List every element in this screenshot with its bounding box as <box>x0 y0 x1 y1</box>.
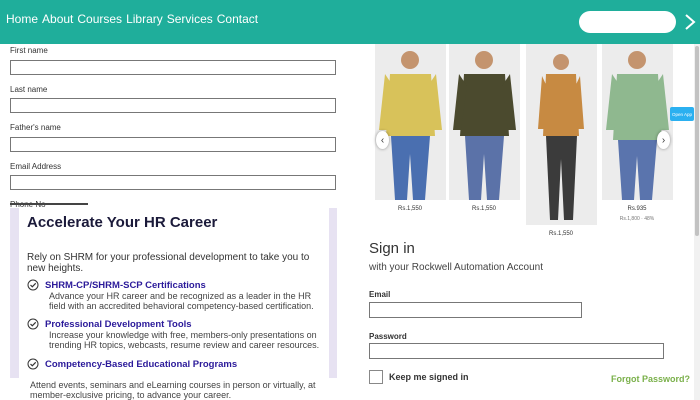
nav-link-services[interactable]: Services <box>167 12 213 26</box>
last-name-label: Last name <box>10 84 48 94</box>
nav-link-library[interactable]: Library <box>126 12 163 26</box>
email-input[interactable] <box>369 301 582 318</box>
fathers-name-input[interactable] <box>10 136 336 152</box>
product-image[interactable] <box>449 44 520 200</box>
chevron-right-icon: › <box>661 134 666 146</box>
product-price: Rs.1,550 <box>548 231 573 237</box>
signin-title: Sign in <box>369 240 415 257</box>
product-image[interactable] <box>375 44 446 200</box>
signin-subtitle: with your Rockwell Automation Account <box>369 262 543 273</box>
hr-item-heading[interactable]: Competency-Based Educational Programs <box>45 359 237 370</box>
shirt-shape <box>386 74 435 136</box>
keep-signed-in-checkbox[interactable] <box>369 370 383 384</box>
nav-link-about[interactable]: About <box>42 12 73 26</box>
product-price: Rs.935 <box>627 206 647 212</box>
signin-panel: Sign in with your Rockwell Automation Ac… <box>369 240 669 361</box>
first-name-label: First name <box>10 46 48 55</box>
nav-link-courses[interactable]: Courses <box>77 12 122 26</box>
hr-item-development-tools: Professional Development Tools Increase … <box>27 318 327 350</box>
form-divider <box>10 203 88 205</box>
first-name-input[interactable] <box>10 59 336 75</box>
hr-item-description: Advance your HR career and be recognized… <box>49 291 314 311</box>
hr-item-description: Increase your knowledge with free, membe… <box>49 330 320 350</box>
fathers-name-label: Father's name <box>10 123 61 132</box>
hr-item-heading[interactable]: SHRM-CP/SHRM-SCP Certifications <box>45 280 206 291</box>
nav-link-contact[interactable]: Contact <box>217 12 258 26</box>
check-circle-icon <box>27 279 39 291</box>
carousel-prev-button[interactable]: ‹ <box>376 131 389 149</box>
product-price: Rs.1,550 <box>397 206 422 212</box>
forgot-password-link[interactable]: Forgot Password? <box>611 374 690 384</box>
hr-item-description-overflow: Attend events, seminars and eLearning co… <box>30 380 316 400</box>
hr-card-subtitle: Rely on SHRM for your professional devel… <box>27 252 310 274</box>
top-navbar: Home About Courses Library Services Cont… <box>0 0 700 44</box>
nav-search-input[interactable] <box>579 11 676 33</box>
carousel-next-button[interactable]: › <box>657 131 670 149</box>
hr-card-title: Accelerate Your HR Career <box>27 214 218 231</box>
hr-item-heading[interactable]: Professional Development Tools <box>45 319 192 330</box>
email-address-label: Email Address <box>10 161 62 171</box>
hr-promo-card: Accelerate Your HR Career Rely on SHRM f… <box>19 208 329 378</box>
email-address-input[interactable] <box>10 175 336 190</box>
keep-signed-in[interactable]: Keep me signed in <box>369 370 469 384</box>
open-app-tab[interactable]: Open App <box>670 107 694 121</box>
hr-item-educational-programs: Competency-Based Educational Programs <box>27 358 327 370</box>
product-image[interactable] <box>602 44 673 200</box>
chevron-left-icon: ‹ <box>380 134 385 146</box>
email-label: Email <box>369 290 391 299</box>
scrollbar-thumb[interactable] <box>695 46 699 236</box>
keep-signed-in-label: Keep me signed in <box>389 372 469 382</box>
hr-item-certifications: SHRM-CP/SHRM-SCP Certifications Advance … <box>27 279 327 311</box>
product-price: Rs.1,550 <box>471 206 496 212</box>
check-circle-icon <box>27 318 39 330</box>
nav-link-home[interactable]: Home <box>6 12 38 26</box>
password-input[interactable] <box>369 343 664 359</box>
logo-icon <box>685 14 696 30</box>
check-circle-icon <box>27 358 39 370</box>
product-image[interactable] <box>526 44 597 225</box>
product-carousel: Rs.1,550 Rs.1,550 Rs.1,550 Rs.935 Rs.1,8… <box>371 44 673 244</box>
nav-links: Home About Courses Library Services Cont… <box>6 12 258 26</box>
product-sale-price: Rs.1,800 · 48% <box>619 216 655 222</box>
password-label: Password <box>369 331 407 341</box>
last-name-input[interactable] <box>10 98 336 113</box>
